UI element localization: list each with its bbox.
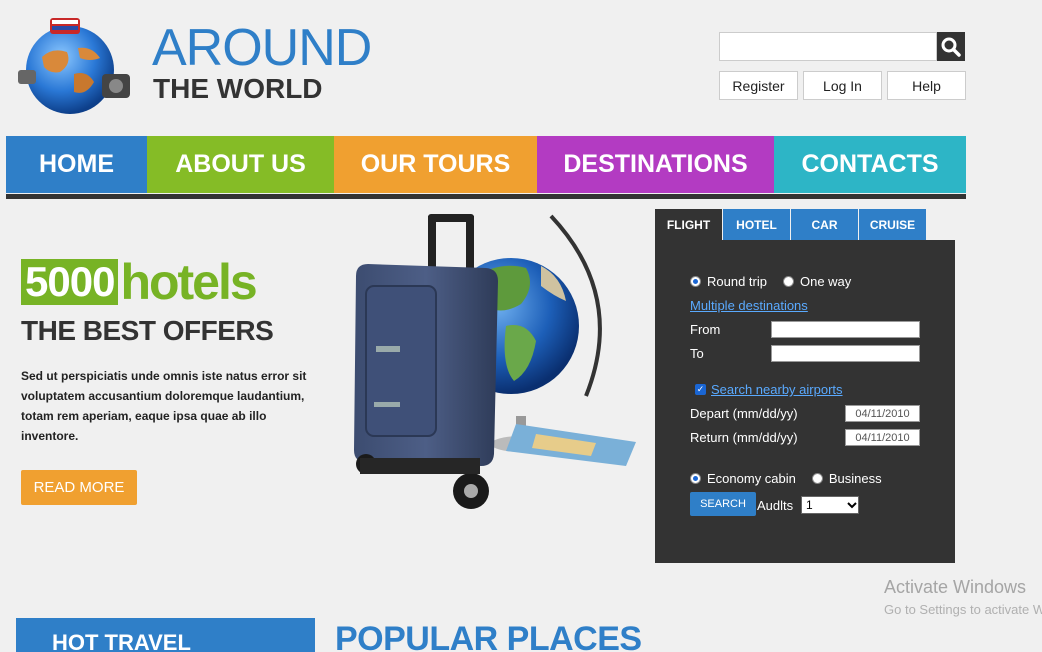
- logo-line1: AROUND: [152, 19, 372, 77]
- business-radio[interactable]: [811, 473, 823, 484]
- business-label: Business: [828, 471, 882, 486]
- economy-radio[interactable]: [690, 473, 701, 484]
- tab-hotel[interactable]: HOTEL: [723, 209, 790, 241]
- nearby-airports-link[interactable]: Search nearby airports: [711, 382, 843, 397]
- tab-cruise[interactable]: CRUISE: [859, 209, 926, 241]
- nav-contacts[interactable]: CONTACTS: [774, 136, 966, 193]
- nav-home[interactable]: HOME: [6, 136, 147, 193]
- booking-tabs: FLIGHT HOTEL CAR CRUISE: [655, 209, 927, 241]
- hotel-word: hotels: [120, 254, 257, 310]
- flight-booking-form: Round trip One way Multiple destinations…: [655, 240, 955, 563]
- globe-logo-icon: [18, 18, 130, 114]
- hotel-count: 5000: [21, 259, 119, 305]
- hot-travel-header: HOT TRAVEL: [16, 618, 315, 652]
- site-search: [719, 32, 965, 61]
- nav-about-us[interactable]: ABOUT US: [147, 136, 334, 193]
- activate-windows-title: Activate Windows: [884, 577, 1027, 597]
- from-label: From: [690, 322, 721, 337]
- site-logo[interactable]: AROUND THE WORLD: [12, 12, 372, 116]
- round-trip-label: Round trip: [707, 274, 767, 289]
- login-button[interactable]: Log In: [803, 71, 882, 100]
- economy-label: Economy cabin: [707, 471, 796, 486]
- one-way-radio[interactable]: [782, 276, 794, 287]
- activate-windows-subtitle: Go to Settings to activate Windows.: [884, 602, 1042, 617]
- search-input[interactable]: [719, 32, 937, 61]
- help-button[interactable]: Help: [887, 71, 966, 100]
- adults-value: 1: [806, 498, 813, 512]
- logo-line2: THE WORLD: [153, 73, 323, 104]
- chevron-down-icon: [847, 502, 857, 509]
- search-button[interactable]: [937, 32, 965, 61]
- to-label: To: [690, 346, 704, 361]
- multiple-destinations-link[interactable]: Multiple destinations: [690, 298, 808, 313]
- return-date-input[interactable]: 04/11/2010: [845, 429, 920, 446]
- hero-description: Sed ut perspiciatis unde omnis iste natu…: [21, 369, 307, 443]
- hero-subtitle: THE BEST OFFERS: [21, 315, 274, 346]
- nav-our-tours[interactable]: OUR TOURS: [334, 136, 537, 193]
- depart-date-input[interactable]: 04/11/2010: [845, 405, 920, 422]
- nav-divider: [6, 194, 966, 199]
- register-button[interactable]: Register: [719, 71, 798, 100]
- round-trip-radio[interactable]: [690, 276, 701, 287]
- depart-label: Depart (mm/dd/yy): [690, 406, 798, 421]
- main-nav: HOME ABOUT US OUR TOURS DESTINATIONS CON…: [6, 136, 966, 193]
- read-more-button[interactable]: READ MORE: [21, 470, 137, 505]
- from-input[interactable]: [771, 321, 920, 338]
- hero-headline: 5000 hotels: [21, 254, 258, 310]
- popular-places-heading: POPULAR PLACES: [335, 620, 642, 652]
- adults-label: Audlts: [757, 498, 794, 513]
- search-icon: [941, 37, 961, 57]
- nearby-airports-checkbox[interactable]: ✓: [695, 384, 706, 395]
- tab-flight[interactable]: FLIGHT: [655, 209, 722, 241]
- suitcase-globe-image: [354, 214, 636, 509]
- adults-select[interactable]: 1: [801, 496, 859, 514]
- to-input[interactable]: [771, 345, 920, 362]
- flight-search-button[interactable]: SEARCH: [690, 492, 756, 516]
- nav-destinations[interactable]: DESTINATIONS: [537, 136, 774, 193]
- one-way-label: One way: [799, 274, 852, 289]
- return-label: Return (mm/dd/yy): [690, 430, 798, 445]
- tab-car[interactable]: CAR: [791, 209, 858, 241]
